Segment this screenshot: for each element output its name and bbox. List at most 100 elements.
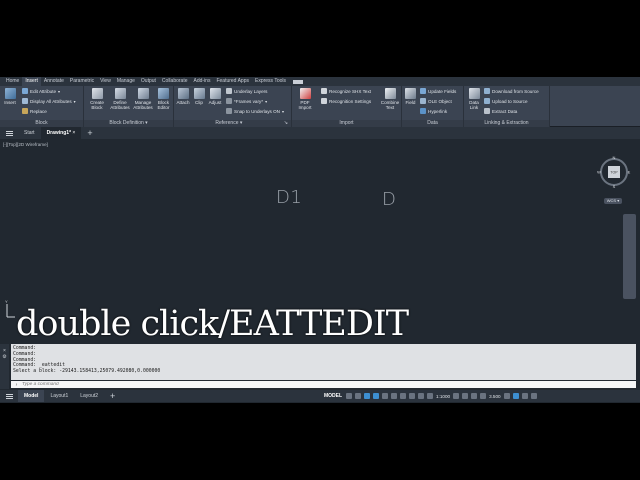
tab-add-ins[interactable]: Add-ins (191, 77, 214, 86)
clean-screen-icon[interactable] (521, 393, 528, 399)
define-attributes-button[interactable]: Define Attributes (109, 88, 131, 110)
clip-icon (193, 88, 205, 99)
navigation-bar[interactable] (623, 214, 636, 299)
tab-annotate[interactable]: Annotate (41, 77, 67, 86)
units-icon[interactable] (480, 393, 487, 399)
units-value[interactable]: 3.500 (489, 394, 501, 399)
viewport-controls[interactable]: [-][Top][2D Wireframe] (3, 142, 48, 147)
isolate-icon[interactable] (503, 393, 510, 399)
panel-title-reference[interactable]: Reference ▾ ↘ (174, 120, 291, 127)
hyperlink-button[interactable]: Hyperlink (420, 108, 447, 114)
adjust-button[interactable]: Adjust (207, 88, 223, 105)
customization-icon[interactable] (530, 393, 537, 399)
transparency-toggle-icon[interactable] (409, 393, 415, 399)
tab-home[interactable]: Home (3, 77, 22, 86)
clip-button[interactable]: Clip (192, 88, 206, 105)
layout-tab-layout2[interactable]: Layout2 (74, 390, 104, 402)
grid-toggle-icon[interactable] (346, 393, 352, 399)
command-window-handle[interactable]: × ⚙ (0, 344, 9, 389)
manage-attributes-button[interactable]: Manage Attributes (132, 88, 154, 110)
add-layout-plus-icon[interactable]: + (104, 390, 121, 402)
attach-button[interactable]: Attach (175, 88, 191, 105)
panel-import: PDF Import Recognize SHX Text Recognitio… (292, 86, 402, 127)
otrack-toggle-icon[interactable] (391, 393, 397, 399)
frames-dropdown[interactable]: *Frames vary* ▾ (226, 98, 267, 104)
lineweight-toggle-icon[interactable] (400, 393, 406, 399)
wcs-menu[interactable]: WCS ▾ (604, 198, 622, 204)
model-space-button[interactable]: MODEL (324, 390, 342, 402)
gear-icon[interactable] (453, 393, 460, 399)
update-fields-button[interactable]: Update Fields (420, 88, 456, 94)
panel-title-block[interactable]: Block (0, 120, 83, 127)
menu-icon[interactable] (0, 127, 18, 139)
wrench-icon[interactable]: ⚙ (0, 354, 9, 360)
replace-button[interactable]: Replace (22, 108, 47, 114)
drawing-text-d1[interactable]: D1 (276, 187, 302, 208)
panel-title-data[interactable]: Data (402, 120, 463, 127)
create-block-button[interactable]: Create Block (87, 88, 107, 110)
layout-menu-icon[interactable] (0, 390, 18, 402)
recognition-settings-button[interactable]: Recognition Settings (321, 98, 371, 104)
display-all-attributes-button[interactable]: Display All Attributes ▾ (22, 98, 76, 104)
drawing-text-d[interactable]: D (382, 189, 396, 210)
hyperlink-icon (420, 108, 426, 114)
plus-icon[interactable] (462, 393, 469, 399)
ole-object-label: OLE Object (428, 98, 452, 104)
close-icon[interactable]: × (72, 130, 75, 136)
tab-featured-apps[interactable]: Featured Apps (213, 77, 252, 86)
underlay-layers-button[interactable]: Underlay Layers (226, 88, 267, 94)
tab-insert[interactable]: Insert (22, 77, 41, 86)
tab-collaborate[interactable]: Collaborate (159, 77, 191, 86)
extract-data-button[interactable]: Extract Data (484, 108, 517, 114)
manage-attributes-icon (137, 88, 149, 99)
replace-label: Replace (30, 108, 47, 114)
tab-manage[interactable]: Manage (114, 77, 138, 86)
pdf-import-button[interactable]: PDF Import (294, 88, 316, 110)
compass-south-label: S (613, 184, 616, 189)
osnap-toggle-icon[interactable] (382, 393, 388, 399)
file-tab-start[interactable]: Start (18, 127, 41, 139)
layout-tab-model[interactable]: Model (18, 390, 45, 402)
selection-cycling-icon[interactable] (418, 393, 424, 399)
edit-attribute-button[interactable]: Edit Attribute ▾ (22, 88, 60, 94)
upload-source-button[interactable]: Upload to Source (484, 98, 528, 104)
hardware-acceleration-icon[interactable] (512, 393, 519, 399)
tab-parametric[interactable]: Parametric (67, 77, 97, 86)
file-tab-bar: Start Drawing1* × + (0, 127, 640, 139)
snap-underlays-dropdown[interactable]: Snap to Underlays ON ▾ (226, 108, 284, 114)
chevron-down-icon: ▾ (265, 98, 268, 104)
extract-data-label: Extract Data (492, 108, 518, 114)
upload-label: Upload to Source (492, 98, 528, 104)
ribbon-tab-bar: Home Insert Annotate Parametric View Man… (0, 77, 640, 86)
annotation-scale[interactable]: 1:1000 (436, 394, 450, 399)
ole-object-button[interactable]: OLE Object (420, 98, 452, 104)
ortho-toggle-icon[interactable] (364, 393, 370, 399)
layout-tab-layout1[interactable]: Layout1 (44, 390, 74, 402)
new-tab-plus-icon[interactable]: + (81, 127, 98, 139)
annotation-visibility-icon[interactable] (427, 393, 433, 399)
field-button[interactable]: Field (404, 88, 417, 105)
insert-button[interactable]: Insert (2, 88, 18, 105)
underlay-layers-label: Underlay Layers (234, 88, 268, 94)
workspace-icon[interactable] (471, 393, 478, 399)
clip-label: Clip (195, 100, 203, 105)
panel-title-block-definition[interactable]: Block Definition ▾ (84, 120, 173, 127)
tab-view[interactable]: View (97, 77, 114, 86)
dialog-launcher-icon[interactable]: ↘ (284, 120, 288, 127)
command-input[interactable] (22, 382, 322, 387)
download-source-button[interactable]: Download from Source (484, 88, 539, 94)
combine-text-button[interactable]: Combine Text (379, 88, 401, 110)
snap-toggle-icon[interactable] (355, 393, 361, 399)
data-link-button[interactable]: Data Link (466, 88, 482, 110)
polar-toggle-icon[interactable] (373, 393, 379, 399)
ribbon-minimize-toggle[interactable] (293, 79, 304, 84)
viewcube-compass-icon[interactable]: TOP N S W E (597, 155, 631, 189)
panel-title-linking[interactable]: Linking & Extraction (464, 120, 549, 127)
tab-express-tools[interactable]: Express Tools (252, 77, 289, 86)
tab-output[interactable]: Output (138, 77, 159, 86)
block-editor-button[interactable]: Block Editor (155, 88, 172, 110)
command-input-bar[interactable]: › (11, 381, 636, 388)
file-tab-drawing1[interactable]: Drawing1* × (40, 127, 82, 139)
panel-title-import[interactable]: Import (292, 120, 401, 127)
recognize-shx-button[interactable]: Recognize SHX Text (321, 88, 371, 94)
